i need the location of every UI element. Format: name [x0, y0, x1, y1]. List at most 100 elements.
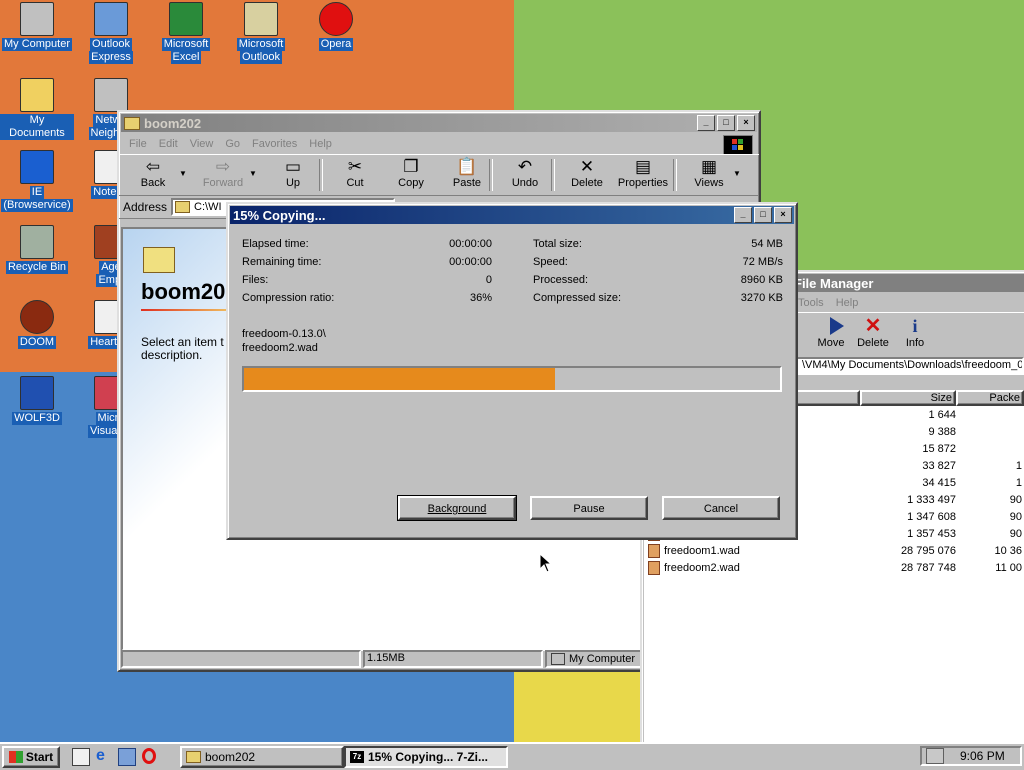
file-name-cell: freedoom1.wad	[644, 543, 860, 558]
folder-title: boom20	[141, 279, 226, 304]
desktop-icon-label: Microsoft	[161, 38, 211, 51]
menu-file[interactable]: File	[129, 138, 147, 150]
table-row[interactable]: freedoom1.wad 28 795 076 10 36	[644, 542, 1024, 559]
toolbar-undo-button[interactable]: ↶ Undo	[497, 157, 553, 189]
delete-button[interactable]: ✕ Delete	[856, 315, 890, 349]
toolbar-paste-button[interactable]: 📋 Paste	[439, 157, 495, 189]
forward-arrow-icon: ⇨	[215, 157, 231, 176]
column-size[interactable]: Size	[860, 390, 956, 406]
copy-dialog-title: 15% Copying...	[233, 207, 326, 223]
outlook-express-icon[interactable]	[118, 748, 136, 766]
scissors-icon: ✂	[347, 157, 363, 176]
copy-dialog-titlebar[interactable]: 15% Copying... _ □ ×	[230, 206, 794, 224]
maximize-button[interactable]: □	[754, 207, 772, 223]
task-label: 15% Copying... 7-Zi...	[368, 750, 489, 764]
desktop-icon-outlook[interactable]: Microsoft Outlook	[224, 2, 298, 64]
desktop-icon-my-documents[interactable]: My Documents	[0, 78, 74, 140]
desktop-icon-computer[interactable]: My Computer	[0, 2, 74, 51]
toolbar-copy-button[interactable]: ❐ Copy	[383, 157, 439, 189]
copy-dialog[interactable]: 15% Copying... _ □ × Elapsed time: 00:00:…	[226, 202, 798, 540]
table-row[interactable]: freedoom2.wad 28 787 748 11 00	[644, 559, 1024, 576]
address-label: Address	[123, 200, 168, 214]
minimize-button[interactable]: _	[734, 207, 752, 223]
back-dropdown-icon[interactable]: ▼	[179, 169, 187, 178]
toolbar-up-button[interactable]: ▭ Up	[265, 157, 321, 189]
ie-icon[interactable]: e	[96, 748, 112, 764]
toolbar-forward-button[interactable]: ⇨ Forward	[195, 157, 251, 189]
menu-help[interactable]: Help	[309, 138, 332, 150]
start-button[interactable]: Start	[2, 746, 60, 768]
close-button[interactable]: ×	[774, 207, 792, 223]
toolbar-back-button[interactable]: ⇦ Back	[125, 157, 181, 189]
delete-x-icon: ✕	[864, 315, 882, 337]
quick-launch: e	[72, 748, 156, 766]
explorer-toolbar: ⇦ Back ⇨ Forward ▭ Up ✂ Cut ❐ Copy 📋 Paste ↶ Undo ✕ Del…	[119, 154, 759, 196]
large-folder-icon	[143, 247, 175, 273]
system-tray: 9:06 PM	[920, 746, 1022, 766]
menu-view[interactable]: View	[190, 138, 214, 150]
stat-label: Total size:	[533, 238, 582, 250]
toolbar-properties-button[interactable]: ▤ Properties	[615, 157, 671, 189]
desktop-icon-wolf3d[interactable]: WOLF3D	[0, 376, 74, 425]
task-boom202[interactable]: boom202	[180, 746, 344, 768]
menu-go[interactable]: Go	[225, 138, 240, 150]
stat-label: Processed:	[533, 274, 589, 286]
address-value: C:\WI	[194, 201, 222, 213]
task-copying[interactable]: 7z 15% Copying... 7-Zi...	[344, 746, 508, 768]
doom-icon	[20, 300, 54, 334]
stat-value: 54 MB	[751, 238, 783, 250]
toolbar-cut-button[interactable]: ✂ Cut	[327, 157, 383, 189]
stat-row: Elapsed time: 00:00:00	[242, 238, 492, 256]
menu-tools[interactable]: Tools	[798, 297, 824, 309]
show-desktop-icon[interactable]	[72, 748, 90, 766]
close-button[interactable]: ×	[737, 115, 755, 131]
windows-flag-icon	[8, 751, 23, 763]
info-button[interactable]: i Info	[898, 317, 932, 349]
file-size-cell: 28 795 076	[900, 544, 956, 557]
toolbar-label: Forward	[202, 177, 244, 189]
tray-7zip-icon[interactable]	[926, 748, 944, 764]
stat-row: Speed: 72 MB/s	[533, 256, 783, 274]
explorer-titlebar[interactable]: boom202 _ □ ×	[121, 114, 757, 132]
menu-help[interactable]: Help	[836, 297, 859, 309]
toolbar-delete-button[interactable]: ✕ Delete	[559, 157, 615, 189]
file-packed-cell: 1	[1015, 476, 1022, 489]
toolbar-views-button[interactable]: ▦ Views	[681, 157, 737, 189]
file-packed-cell: 10 36	[994, 544, 1022, 557]
menu-edit[interactable]: Edit	[159, 138, 178, 150]
desktop-icon-excel[interactable]: Microsoft Excel	[149, 2, 223, 64]
column-packed[interactable]: Packe	[956, 390, 1024, 406]
my-documents-icon	[20, 78, 54, 112]
start-label: Start	[25, 750, 54, 764]
opera-icon[interactable]	[142, 748, 156, 764]
maximize-button[interactable]: □	[717, 115, 735, 131]
progress-fill	[244, 368, 555, 390]
cancel-button[interactable]: Cancel	[662, 496, 780, 520]
pause-button[interactable]: Pause	[530, 496, 648, 520]
desktop-icon-opera[interactable]: Opera	[299, 2, 373, 51]
move-label: Move	[817, 337, 845, 349]
desktop-icon-outlook-express[interactable]: Outlook Express	[74, 2, 148, 64]
desktop-icon-recycle-bin[interactable]: Recycle Bin	[0, 225, 74, 274]
views-dropdown-icon[interactable]: ▼	[733, 169, 741, 178]
desktop-icon-label: Opera	[318, 38, 354, 51]
desktop-icon-label: DOOM	[17, 336, 57, 349]
back-arrow-icon: ⇦	[145, 157, 161, 176]
desktop-icon-ie[interactable]: IE (Browservice)	[0, 150, 74, 212]
taskbar: Start e boom202 7z 15% Copying... 7-Zi..…	[0, 742, 1024, 770]
excel-icon	[169, 2, 203, 36]
info-text-1: Select an item t	[141, 335, 224, 349]
minimize-button[interactable]: _	[697, 115, 715, 131]
7zip-icon: 7z	[350, 751, 364, 763]
forward-dropdown-icon[interactable]: ▼	[249, 169, 257, 178]
toolbar-label: Delete	[571, 177, 603, 189]
stat-row: Remaining time: 00:00:00	[242, 256, 492, 274]
background-button[interactable]: Background	[397, 495, 517, 521]
clock: 9:06 PM	[960, 749, 1005, 763]
move-button[interactable]: Move	[814, 317, 848, 349]
desktop-icon-label: Outlook	[240, 51, 282, 64]
stats-left: Elapsed time: 00:00:00 Remaining time: 00:0…	[242, 238, 492, 310]
stat-row: Compression ratio: 36%	[242, 292, 492, 310]
desktop-icon-doom[interactable]: DOOM	[0, 300, 74, 349]
menu-favorites[interactable]: Favorites	[252, 138, 297, 150]
